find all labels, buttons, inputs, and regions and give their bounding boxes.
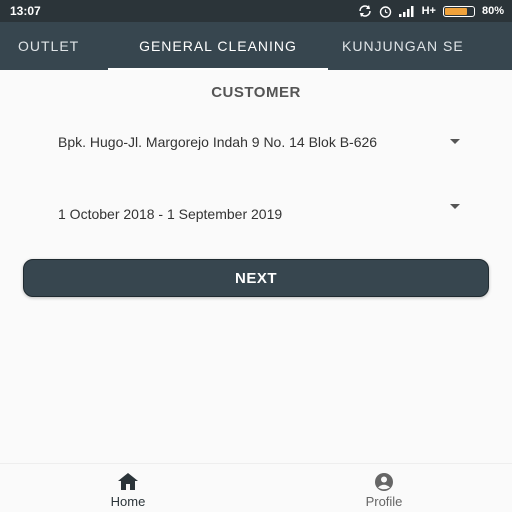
battery-icon	[442, 5, 475, 17]
bottom-nav: Home Profile	[0, 463, 512, 512]
status-time: 13:07	[10, 4, 41, 18]
status-bar: 13:07 H+ 80%	[0, 0, 512, 22]
home-icon	[118, 473, 138, 490]
status-icons: H+ 80%	[358, 5, 504, 18]
chevron-down-icon	[450, 204, 460, 209]
nav-label-home: Home	[110, 494, 146, 509]
customer-value: Bpk. Hugo-Jl. Margorejo Indah 9 No. 14 B…	[58, 134, 378, 150]
section-title: CUSTOMER	[211, 84, 301, 101]
chevron-down-icon	[450, 139, 460, 144]
network-type: H+	[421, 5, 436, 17]
nav-item-profile[interactable]: Profile	[256, 464, 512, 512]
customer-dropdown[interactable]: Bpk. Hugo-Jl. Margorejo Indah 9 No. 14 B…	[58, 134, 468, 150]
period-dropdown[interactable]: 1 October 2018 - 1 September 2019	[58, 204, 468, 222]
tab-kunjungan[interactable]: KUNJUNGAN SE	[328, 22, 464, 70]
next-button[interactable]: NEXT	[23, 259, 489, 297]
data-sync-icon	[358, 5, 371, 17]
nav-item-home[interactable]: Home	[0, 464, 256, 512]
alarm-icon	[379, 5, 391, 18]
signal-icon	[398, 5, 414, 17]
nav-label-profile: Profile	[365, 494, 403, 509]
profile-icon	[375, 473, 393, 491]
period-value: 1 October 2018 - 1 September 2019	[58, 206, 283, 222]
tab-general-cleaning[interactable]: GENERAL CLEANING	[108, 22, 328, 70]
tab-outlet[interactable]: OUTLET	[0, 22, 108, 70]
battery-percent: 80%	[481, 5, 504, 17]
battery-fill	[444, 7, 468, 15]
tab-bar: OUTLET GENERAL CLEANING KUNJUNGAN SE	[0, 22, 512, 70]
